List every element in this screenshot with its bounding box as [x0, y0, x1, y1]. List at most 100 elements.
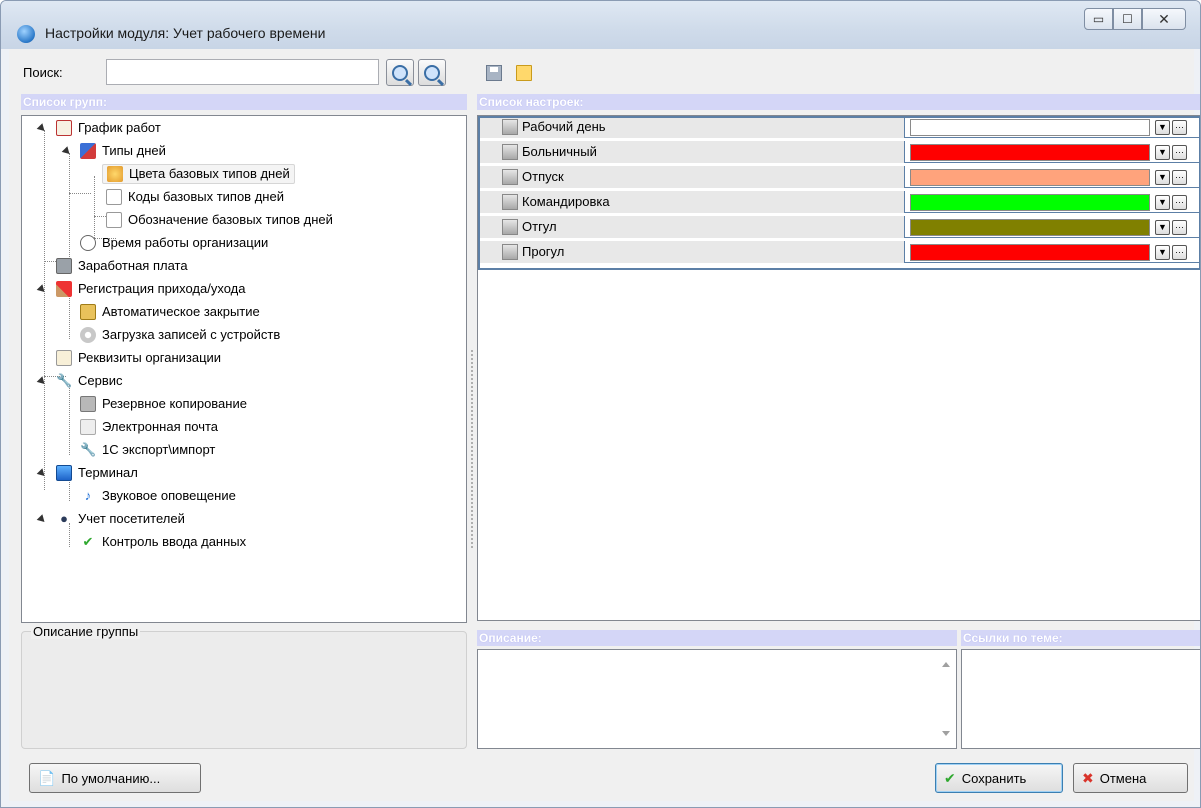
server-icon — [80, 396, 96, 412]
dropdown-button[interactable]: ▼ — [1155, 170, 1170, 185]
ellipsis-button[interactable]: ··· — [1172, 170, 1187, 185]
note-icon: ♪ — [84, 488, 92, 503]
tree-item[interactable]: Время работы организации — [80, 233, 268, 253]
tree-item[interactable]: Автоматическое закрытие — [80, 302, 260, 322]
links-header: Ссылки по теме: — [961, 630, 1200, 646]
dropdown-button[interactable]: ▼ — [1155, 120, 1170, 135]
tree-item[interactable]: Коды базовых типов дней — [106, 187, 284, 207]
ellipsis-button[interactable]: ··· — [1172, 120, 1187, 135]
group-description-box — [21, 631, 467, 749]
tree-item[interactable]: Обозначение базовых типов дней — [106, 210, 333, 230]
app-icon — [17, 25, 35, 43]
close-button[interactable]: ✕ — [1142, 8, 1186, 30]
tree-item[interactable]: Заработная плата — [56, 256, 188, 276]
tree-item[interactable]: Резервное копирование — [80, 394, 247, 414]
hammer-icon — [56, 281, 72, 297]
search-prev-button[interactable] — [418, 59, 446, 86]
links-list[interactable] — [961, 649, 1200, 749]
tree-item[interactable]: Загрузка записей с устройств — [80, 325, 280, 345]
grid-icon — [106, 189, 122, 205]
client-area: Поиск: Список групп: Список настроек: Гр… — [9, 49, 1200, 801]
document-icon — [56, 350, 72, 366]
blocks-icon — [80, 143, 96, 159]
tree-item[interactable]: Регистрация прихода/ухода — [56, 279, 245, 299]
setting-row[interactable]: Отгул ▼ ··· — [480, 216, 1199, 238]
tree-item[interactable]: 🔧 Сервис — [56, 371, 123, 391]
check-icon: ✔ — [82, 534, 94, 549]
color-swatch[interactable] — [910, 194, 1150, 211]
color-swatch[interactable] — [910, 244, 1150, 261]
grid-icon — [106, 212, 122, 228]
group-description-label: Описание группы — [31, 624, 141, 639]
ellipsis-button[interactable]: ··· — [1172, 245, 1187, 260]
ellipsis-button[interactable]: ··· — [1172, 145, 1187, 160]
lock-icon — [80, 304, 96, 320]
open-folder-icon[interactable] — [516, 65, 532, 81]
tree-item[interactable]: Электронная почта — [80, 417, 218, 437]
minimize-button[interactable]: ▭ — [1084, 8, 1113, 30]
setting-icon — [502, 144, 518, 160]
tree-item-selected[interactable]: Цвета базовых типов дней — [102, 164, 295, 184]
search-input[interactable] — [106, 59, 379, 85]
tree-item[interactable]: Терминал — [56, 463, 138, 483]
palette-icon — [107, 166, 123, 182]
check-icon: ✔ — [944, 769, 956, 786]
setting-row[interactable]: Прогул ▼ ··· — [480, 241, 1199, 263]
group-tree[interactable]: График работ Типы дней Цвета базовых тип… — [21, 115, 467, 623]
groups-header: Список групп: — [21, 94, 467, 110]
ellipsis-button[interactable]: ··· — [1172, 220, 1187, 235]
dropdown-button[interactable]: ▼ — [1155, 145, 1170, 160]
cross-icon: ✖ — [1082, 769, 1094, 786]
title-bar[interactable]: Настройки модуля: Учет рабочего времени … — [1, 1, 1200, 49]
color-swatch[interactable] — [910, 144, 1150, 161]
tree-item[interactable]: ● Учет посетителей — [56, 509, 185, 529]
description-header: Описание: — [477, 630, 957, 646]
tree-item[interactable]: 🔧 1С экспорт\импорт — [80, 440, 215, 460]
color-swatch[interactable] — [910, 119, 1150, 136]
setting-row[interactable]: Командировка ▼ ··· — [480, 191, 1199, 213]
settings-window: Настройки модуля: Учет рабочего времени … — [0, 0, 1201, 808]
splitter-handle[interactable] — [470, 349, 474, 549]
cancel-button[interactable]: ✖ Отмена — [1073, 763, 1188, 793]
dropdown-button[interactable]: ▼ — [1155, 245, 1170, 260]
settings-header: Список настроек: — [477, 94, 1200, 110]
scroll-up-icon[interactable] — [942, 662, 950, 667]
scroll-down-icon[interactable] — [942, 731, 950, 736]
tree-item[interactable]: График работ — [56, 118, 161, 138]
tree-item[interactable]: Типы дней — [80, 141, 166, 161]
setting-icon — [502, 219, 518, 235]
setting-icon — [502, 194, 518, 210]
defaults-button[interactable]: 📄 По умолчанию... — [29, 763, 201, 793]
search-label: Поиск: — [23, 65, 63, 80]
save-disk-icon[interactable] — [486, 65, 502, 81]
clock-icon — [80, 235, 96, 251]
tree-item[interactable]: ✔ Контроль ввода данных — [80, 532, 247, 552]
document-icon: 📄 — [38, 769, 56, 786]
search-next-button[interactable] — [386, 59, 414, 86]
dropdown-button[interactable]: ▼ — [1155, 220, 1170, 235]
setting-row[interactable]: Отпуск ▼ ··· — [480, 166, 1199, 188]
ellipsis-button[interactable]: ··· — [1172, 195, 1187, 210]
tree-item[interactable]: ♪ Звуковое оповещение — [80, 486, 236, 506]
envelope-icon — [80, 419, 96, 435]
dropdown-button[interactable]: ▼ — [1155, 195, 1170, 210]
search-icon — [424, 64, 440, 81]
search-icon — [392, 64, 408, 81]
tree-item[interactable]: Реквизиты организации — [56, 348, 221, 368]
setting-row[interactable]: Рабочий день ▼ ··· — [480, 116, 1199, 138]
color-swatch[interactable] — [910, 219, 1150, 236]
setting-icon — [502, 244, 518, 260]
description-scrollbar[interactable] — [938, 650, 956, 748]
monitor-icon — [56, 465, 72, 481]
description-text[interactable] — [477, 649, 957, 749]
calculator-icon — [56, 258, 72, 274]
settings-grid[interactable]: Рабочий день ▼ ··· Больничный ▼ ··· Отпу… — [477, 115, 1200, 621]
wrench-icon: 🔧 — [56, 373, 73, 388]
save-button[interactable]: ✔ Сохранить — [935, 763, 1063, 793]
setting-row[interactable]: Больничный ▼ ··· — [480, 141, 1199, 163]
maximize-button[interactable]: ☐ — [1113, 8, 1142, 30]
window-title: Настройки модуля: Учет рабочего времени — [45, 25, 326, 41]
setting-icon — [502, 169, 518, 185]
setting-icon — [502, 119, 518, 135]
color-swatch[interactable] — [910, 169, 1150, 186]
